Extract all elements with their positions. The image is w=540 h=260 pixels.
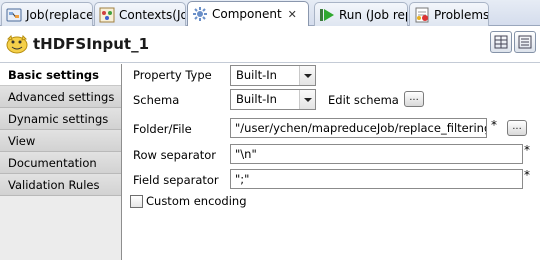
chevron-down-icon: [299, 66, 315, 85]
field-separator-label: Field separator: [133, 173, 219, 187]
folder-file-label: Folder/File: [133, 122, 192, 136]
property-type-select[interactable]: Built-In: [230, 65, 316, 86]
tab-problems[interactable]: Problems: [409, 2, 489, 26]
row-separator-label: Row separator: [133, 148, 217, 162]
tab-component[interactable]: Component ✕: [187, 1, 309, 26]
sidebar-item-view[interactable]: View: [0, 130, 121, 152]
schema-label: Schema: [133, 93, 180, 107]
tab-job[interactable]: Job(replace: [1, 2, 93, 26]
settings-sidebar: Basic settings Advanced settings Dynamic…: [0, 64, 122, 260]
sidebar-item-dynamic-settings[interactable]: Dynamic settings: [0, 108, 121, 130]
contexts-icon: [99, 7, 115, 23]
tab-run[interactable]: Run (Job rep: [314, 2, 408, 26]
schema-value: Built-In: [236, 92, 277, 106]
sidebar-item-validation-rules[interactable]: Validation Rules: [0, 174, 121, 196]
required-marker: *: [524, 168, 530, 182]
table-view-button[interactable]: [490, 31, 512, 53]
property-type-label: Property Type: [133, 68, 212, 82]
form-view-button[interactable]: [514, 31, 536, 53]
page-title: tHDFSInput_1: [33, 35, 150, 53]
component-icon: [192, 6, 208, 22]
browse-folder-button[interactable]: ...: [507, 120, 527, 136]
field-separator-input[interactable]: ";": [230, 169, 523, 189]
required-marker: *: [524, 143, 530, 157]
component-header: tHDFSInput_1: [0, 27, 540, 63]
job-icon: [6, 7, 22, 23]
edit-schema-label: Edit schema: [328, 93, 399, 107]
sidebar-item-documentation[interactable]: Documentation: [0, 152, 121, 174]
sidebar-item-basic-settings[interactable]: Basic settings: [0, 64, 121, 86]
schema-select[interactable]: Built-In: [230, 89, 316, 110]
custom-encoding-checkbox[interactable]: [130, 195, 143, 208]
tab-problems-label: Problems: [434, 7, 489, 22]
basic-settings-form: Property Type Built-In Schema Built-In E…: [123, 64, 540, 260]
tab-contexts[interactable]: Contexts(Jo: [94, 2, 186, 26]
hdfs-input-icon: [6, 35, 28, 55]
chevron-down-icon: [299, 90, 315, 109]
tab-contexts-label: Contexts(Jo: [119, 7, 186, 22]
edit-schema-button[interactable]: ...: [404, 91, 424, 107]
sidebar-item-advanced-settings[interactable]: Advanced settings: [0, 86, 121, 108]
close-icon[interactable]: ✕: [288, 8, 297, 21]
tab-run-label: Run (Job rep: [339, 7, 408, 22]
tab-component-label: Component: [212, 7, 282, 21]
problems-icon: [414, 7, 430, 23]
required-marker: *: [491, 118, 497, 132]
tab-job-label: Job(replace: [26, 7, 93, 22]
run-icon: [319, 7, 335, 23]
property-type-value: Built-In: [236, 68, 277, 82]
custom-encoding-label: Custom encoding: [146, 194, 247, 208]
row-separator-input[interactable]: "\n": [230, 144, 523, 164]
editor-tab-bar: Job(replace Contexts(Jo Component ✕ Run …: [0, 0, 540, 26]
folder-file-input[interactable]: "/user/ychen/mapreduceJob/replace_filter…: [230, 118, 487, 138]
